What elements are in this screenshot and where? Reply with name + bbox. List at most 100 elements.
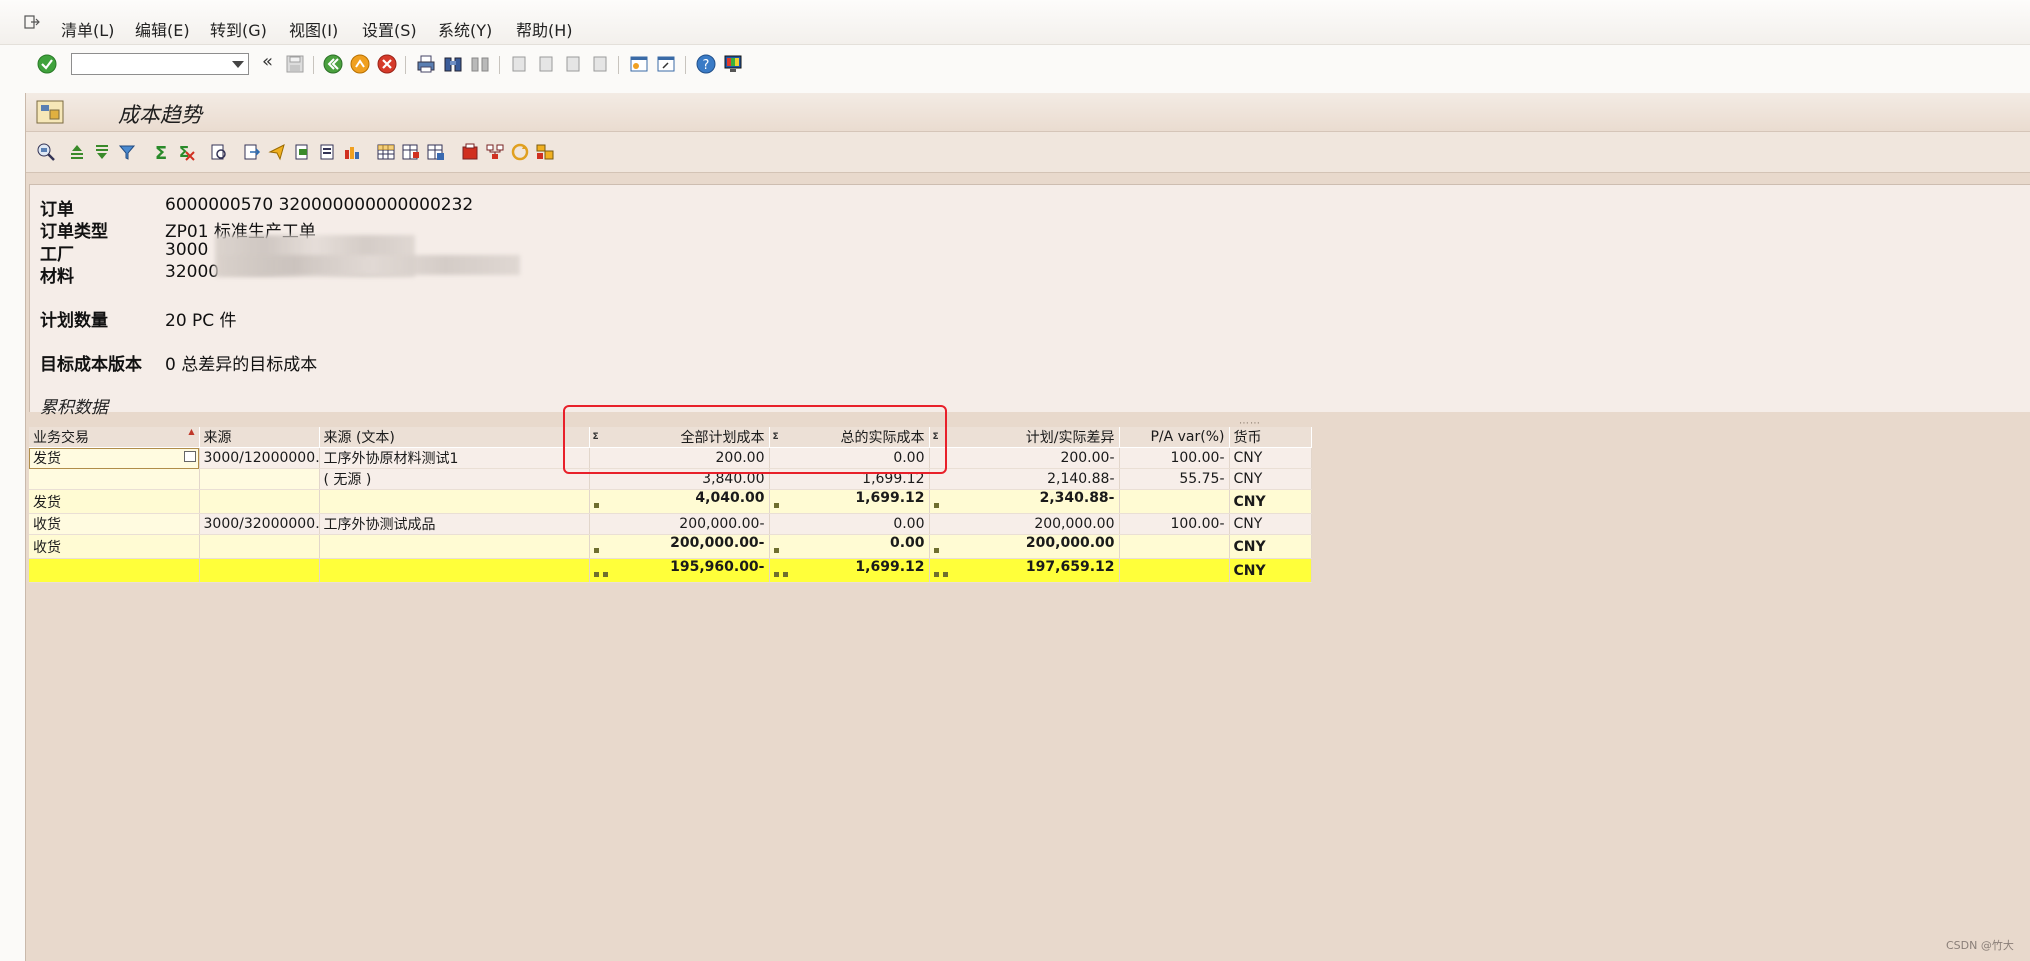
sort-ascending-icon[interactable] xyxy=(67,142,87,162)
command-input[interactable] xyxy=(74,55,228,75)
change-layout-icon[interactable] xyxy=(376,142,396,162)
cell-source-text[interactable]: ( 无源 ) xyxy=(319,468,590,490)
last-page-icon[interactable] xyxy=(589,53,611,75)
save-layout-icon[interactable] xyxy=(426,142,446,162)
cell-planned-cost[interactable]: 200,000.00- xyxy=(589,534,770,559)
menu-system[interactable]: 系统(Y) xyxy=(438,17,492,41)
cell-transaction[interactable]: 收货 xyxy=(29,513,200,535)
col-header-currency[interactable]: 货币 xyxy=(1229,427,1312,448)
menu-help[interactable]: 帮助(H) xyxy=(516,17,573,41)
cell-pa-var[interactable]: 100.00- xyxy=(1119,447,1230,469)
next-page-icon[interactable] xyxy=(562,53,584,75)
cell-currency[interactable]: CNY xyxy=(1229,468,1312,490)
cell-variance[interactable]: 200,000.00 xyxy=(929,534,1120,559)
subtotal-icon[interactable]: Σ xyxy=(176,142,196,162)
cell-variance[interactable]: 200.00- xyxy=(929,447,1120,469)
col-header-transaction[interactable]: 业务交易 ▲ xyxy=(29,427,200,448)
cell-source[interactable] xyxy=(199,558,320,583)
sum-icon[interactable]: Σ xyxy=(151,142,171,162)
cell-pa-var[interactable] xyxy=(1119,534,1230,559)
shortcut-icon[interactable] xyxy=(655,53,677,75)
cell-transaction[interactable] xyxy=(29,468,200,490)
cell-pa-var[interactable]: 100.00- xyxy=(1119,513,1230,535)
cell-source[interactable] xyxy=(199,468,320,490)
save-icon[interactable] xyxy=(284,53,306,75)
chevron-down-icon[interactable] xyxy=(232,61,244,68)
subtotal-row[interactable]: 收货 200,000.00- 0.00 200,000.00 CNY xyxy=(29,534,1312,559)
find-next-icon[interactable] xyxy=(469,53,491,75)
local-file-icon[interactable] xyxy=(292,142,312,162)
graphic-icon[interactable] xyxy=(460,142,480,162)
cell-pa-var[interactable] xyxy=(1119,558,1230,583)
cell-actual-cost[interactable]: 0.00 xyxy=(769,513,930,535)
cell-source-text[interactable]: 工序外协原材料测试1 xyxy=(319,447,590,469)
cell-pa-var[interactable]: 55.75- xyxy=(1119,468,1230,490)
back-icon[interactable] xyxy=(322,53,344,75)
subtotal-row[interactable]: 发货 4,040.00 1,699.12 2,340.88- CNY xyxy=(29,489,1312,514)
print-preview-icon[interactable] xyxy=(209,142,229,162)
sort-descending-icon[interactable] xyxy=(92,142,112,162)
cell-source-text[interactable] xyxy=(319,534,590,559)
cell-transaction[interactable]: 发货 xyxy=(29,447,200,469)
cell-actual-cost[interactable]: 0.00 xyxy=(769,534,930,559)
menu-goto[interactable]: 转到(G) xyxy=(210,17,267,41)
first-page-icon[interactable] xyxy=(508,53,530,75)
menu-edit[interactable]: 编辑(E) xyxy=(135,17,190,41)
cell-planned-cost[interactable]: 200,000.00- xyxy=(589,513,770,535)
details-icon[interactable] xyxy=(36,142,56,162)
cell-source-text[interactable] xyxy=(319,558,590,583)
cell-planned-cost[interactable]: 195,960.00- xyxy=(589,558,770,583)
cell-source-text[interactable]: 工序外协测试成品 xyxy=(319,513,590,535)
exit-icon[interactable] xyxy=(349,53,371,75)
cancel-icon[interactable] xyxy=(376,53,398,75)
cell-actual-cost[interactable]: 1,699.12 xyxy=(769,489,930,514)
command-field[interactable] xyxy=(71,53,249,75)
cell-transaction[interactable]: 发货 xyxy=(29,489,200,514)
cell-transaction[interactable] xyxy=(29,558,200,583)
menu-list[interactable]: 清单(L) xyxy=(61,17,114,41)
cell-currency[interactable]: CNY xyxy=(1229,558,1312,583)
cell-transaction[interactable]: 收货 xyxy=(29,534,200,559)
cell-source[interactable]: 3000/12000000… xyxy=(199,447,320,469)
find-icon[interactable] xyxy=(442,53,464,75)
cell-source-text[interactable] xyxy=(319,489,590,514)
word-processing-icon[interactable] xyxy=(317,142,337,162)
col-header-variance[interactable]: Σ 计划/实际差异 xyxy=(929,427,1120,448)
cell-source[interactable] xyxy=(199,534,320,559)
print-icon[interactable] xyxy=(415,53,437,75)
abc-analysis-icon[interactable] xyxy=(342,142,362,162)
cell-variance[interactable]: 2,140.88- xyxy=(929,468,1120,490)
new-session-icon[interactable] xyxy=(628,53,650,75)
cell-variance[interactable]: 197,659.12 xyxy=(929,558,1120,583)
export-icon[interactable] xyxy=(242,142,262,162)
prev-page-icon[interactable] xyxy=(535,53,557,75)
menu-view[interactable]: 视图(I) xyxy=(289,17,338,41)
filter-icon[interactable] xyxy=(117,142,137,162)
hierarchy-icon[interactable] xyxy=(485,142,505,162)
customize-layout-icon[interactable] xyxy=(722,53,744,75)
views-icon[interactable] xyxy=(535,142,555,162)
col-header-source-text[interactable]: 来源 (文本) xyxy=(319,427,590,448)
col-header-pa-var[interactable]: P/A var(%) xyxy=(1119,427,1230,448)
cell-source[interactable]: 3000/32000000… xyxy=(199,513,320,535)
total-row[interactable]: 195,960.00- 1,699.12 197,659.12 CNY xyxy=(29,558,1312,583)
nav-back-icon[interactable]: « xyxy=(262,51,273,72)
cell-currency[interactable]: CNY xyxy=(1229,534,1312,559)
cell-planned-cost[interactable]: 4,040.00 xyxy=(589,489,770,514)
col-header-source[interactable]: 来源 xyxy=(199,427,320,448)
select-layout-icon[interactable] xyxy=(401,142,421,162)
cell-currency[interactable]: CNY xyxy=(1229,513,1312,535)
cell-variance[interactable]: 2,340.88- xyxy=(929,489,1120,514)
exit-menu-icon[interactable] xyxy=(24,15,40,29)
refresh-icon[interactable] xyxy=(510,142,530,162)
cell-currency[interactable]: CNY xyxy=(1229,489,1312,514)
cell-source[interactable] xyxy=(199,489,320,514)
cell-actual-cost[interactable]: 1,699.12 xyxy=(769,558,930,583)
menu-settings[interactable]: 设置(S) xyxy=(362,17,417,41)
help-icon[interactable]: ? xyxy=(695,53,717,75)
cell-pa-var[interactable] xyxy=(1119,489,1230,514)
enter-check-icon[interactable] xyxy=(36,53,58,75)
send-icon[interactable] xyxy=(267,142,287,162)
cell-variance[interactable]: 200,000.00 xyxy=(929,513,1120,535)
more-icon[interactable] xyxy=(183,451,196,462)
